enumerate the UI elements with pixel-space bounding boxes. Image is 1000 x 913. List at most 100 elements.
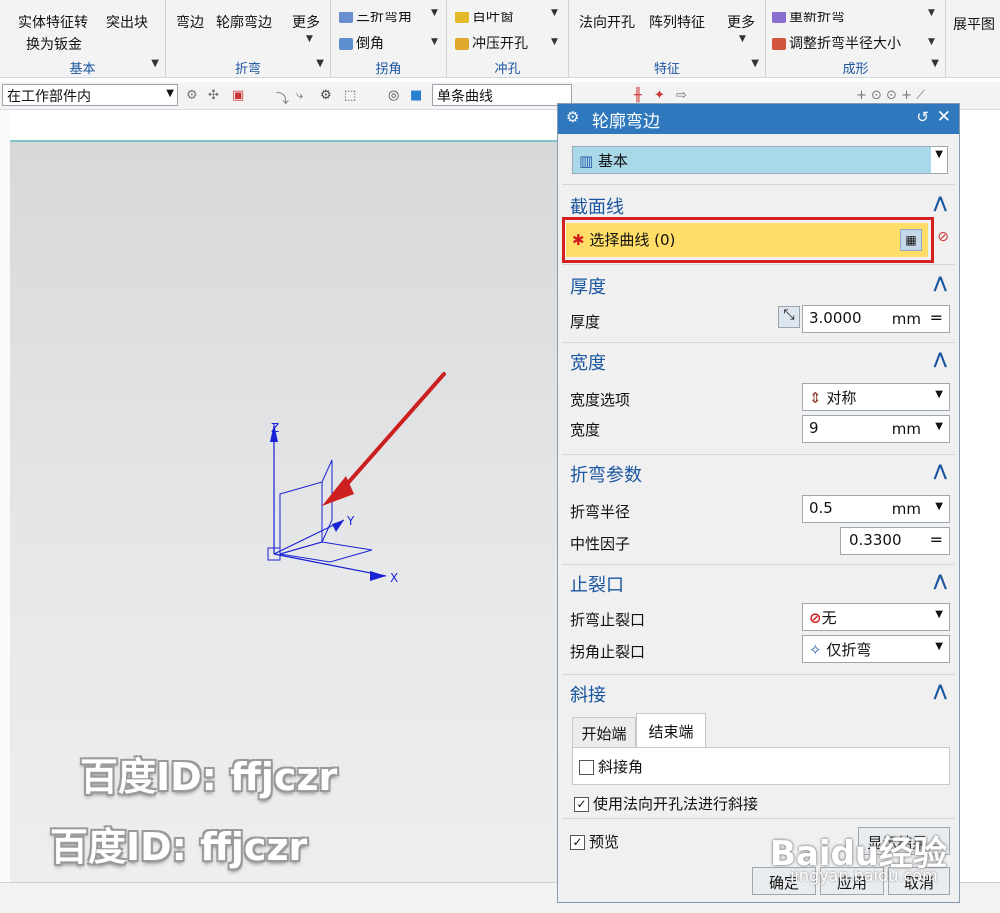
snap-icon[interactable]: ✣ <box>208 88 219 103</box>
width-option-value: 对称 <box>826 389 857 407</box>
resize-bend-radius-button[interactable]: 调整折弯半径大小 <box>772 33 901 53</box>
chevron-down-icon[interactable]: ▼ <box>928 8 935 18</box>
more-bend-button[interactable]: 更多 <box>292 12 320 32</box>
chevron-down-icon[interactable]: ▼ <box>551 37 558 47</box>
ribbon-group-feature: 法向开孔 阵列特征 更多 ▼ 特征 ▼ <box>569 0 766 78</box>
dialog-title-bar: ⚙ 轮廓弯边 ↺ ✕ <box>558 104 959 134</box>
gear-icon[interactable]: ⚙ <box>566 108 579 126</box>
chevron-down-icon[interactable]: ▼ <box>751 58 759 69</box>
selection-scope-dropdown[interactable]: 在工作部件内 ▼ <box>2 84 178 106</box>
three-bend-corner-icon <box>339 12 353 23</box>
pattern-feature-button[interactable]: 阵列特征 <box>649 12 705 32</box>
bend-relief-dropdown[interactable]: ⊘无 ▼ <box>802 603 950 631</box>
point-icon[interactable]: ✦ <box>654 88 665 103</box>
three-bend-corner-button[interactable]: 三折弯角 <box>339 12 412 26</box>
collapse-icon[interactable]: ⋀ <box>934 681 947 700</box>
convert-to-sheetmetal-label2[interactable]: 换为钣金 <box>26 34 82 54</box>
tab-start-end[interactable]: 开始端 <box>572 717 636 747</box>
convert-to-sheetmetal-button[interactable]: 实体特征转 <box>18 12 88 32</box>
thickness-title[interactable]: 厚度 <box>570 273 606 299</box>
chevron-down-icon: ▼ <box>931 147 947 173</box>
thickness-value: 3.0000 <box>809 309 862 327</box>
remove-icon[interactable]: ⤷ <box>296 88 303 103</box>
cube-icon[interactable]: ■ <box>410 88 422 103</box>
rebend-button[interactable]: 重新折弯 <box>772 12 845 26</box>
use-normal-cutout-checkbox[interactable]: ✓ 使用法向开孔法进行斜接 <box>574 793 758 814</box>
box-select-icon[interactable]: ⬚ <box>344 88 356 103</box>
bend-radius-input[interactable]: 0.5 mm ▼ <box>802 495 950 523</box>
more-feature-button[interactable]: 更多 <box>727 12 755 32</box>
ribbon-group-caption: 成形 <box>842 62 869 77</box>
ribbon-group-punch: 百叶窗 冲压开孔 ▼ ▼ 冲孔 <box>447 0 569 78</box>
width-input[interactable]: 9 mm ▼ <box>802 415 950 443</box>
width-unit: mm <box>891 420 921 438</box>
contour-flange-button[interactable]: 轮廓弯边 <box>216 12 272 32</box>
louver-button[interactable]: 百叶窗 <box>455 12 514 26</box>
measure-icon[interactable]: ⤡ <box>778 306 800 328</box>
relief-title[interactable]: 止裂口 <box>570 571 624 597</box>
circle-icon[interactable]: + ⊙ ⊙ + ⟋ <box>856 88 925 103</box>
section-line-title[interactable]: 截面线 <box>570 193 624 219</box>
chevron-down-icon[interactable]: ▼ <box>431 8 438 18</box>
snap-point-icon[interactable]: ╫ <box>634 88 642 103</box>
y-axis-arrow <box>332 520 344 532</box>
chamfer-button[interactable]: 倒角 <box>339 33 384 53</box>
type-dropdown[interactable]: ▥ 基本 ▼ <box>572 146 948 174</box>
baidu-watermark-url: jingyan.baidu.com <box>790 866 938 885</box>
chevron-down-icon[interactable]: ▼ <box>316 58 324 69</box>
preview-checkbox[interactable]: ✓ 预览 <box>570 831 619 852</box>
chevron-down-icon[interactable]: ▼ <box>306 34 313 44</box>
collapse-icon[interactable]: ⋀ <box>934 349 947 368</box>
dialog-title: 轮廓弯边 <box>592 112 660 132</box>
ribbon-group-bend: 弯边 轮廓弯边 更多 ▼ 折弯 ▼ <box>166 0 331 78</box>
collapse-icon[interactable]: ⋀ <box>934 273 947 292</box>
tab-end-end[interactable]: 结束端 <box>636 713 706 747</box>
curve-icon[interactable]: ⊘ <box>937 229 949 245</box>
chevron-down-icon[interactable]: ▼ <box>931 58 939 69</box>
chevron-down-icon[interactable]: ▼ <box>551 8 558 18</box>
tab-button[interactable]: 突出块 <box>106 12 148 32</box>
flat-pattern-button[interactable]: 展平图 <box>953 14 995 34</box>
dimple-icon <box>455 38 469 50</box>
dimple-button[interactable]: 冲压开孔 <box>455 33 528 53</box>
collapse-icon[interactable]: ⋀ <box>934 461 947 480</box>
normal-cutout-button[interactable]: 法向开孔 <box>579 12 635 32</box>
neutral-factor-input[interactable]: 0.3300 = <box>840 527 950 555</box>
arrow-icon[interactable]: ⇨ <box>676 88 687 103</box>
chevron-down-icon[interactable]: ▼ <box>151 58 159 69</box>
thickness-label: 厚度 <box>570 313 601 331</box>
chevron-down-icon[interactable]: ▼ <box>739 34 746 44</box>
checkbox-unchecked <box>579 760 594 775</box>
width-title[interactable]: 宽度 <box>570 349 606 375</box>
collapse-icon[interactable]: ⋀ <box>934 193 947 212</box>
select-icon[interactable]: ▣ <box>232 88 244 103</box>
formula-button[interactable]: = <box>930 308 943 327</box>
chevron-down-icon[interactable]: ▼ <box>928 37 935 47</box>
reset-icon[interactable]: ↺ <box>916 108 929 126</box>
thickness-unit: mm <box>891 310 921 328</box>
ribbon-group-basic: 实体特征转 换为钣金 突出块 基本 ▼ <box>0 0 166 78</box>
filter-icon[interactable]: ⚙ <box>186 88 198 103</box>
feature-select-icon[interactable]: ⚙ <box>320 88 332 103</box>
miter-corner-checkbox[interactable]: 斜接角 <box>579 756 643 777</box>
watermark-id-2: 百度ID: ffjczr <box>50 825 308 869</box>
flange-button[interactable]: 弯边 <box>176 12 204 32</box>
width-option-dropdown[interactable]: ⇕ 对称 ▼ <box>802 383 950 411</box>
add-icon[interactable]: ⤵ <box>276 88 289 107</box>
miter-group: 斜接 ⋀ 开始端 结束端 斜接角 ✓ 使用法向开孔法进行斜接 <box>562 674 955 818</box>
bend-only-icon: ✧ <box>809 641 822 659</box>
corner-relief-dropdown[interactable]: ✧ 仅折弯 ▼ <box>802 635 950 663</box>
thickness-input[interactable]: 3.0000 mm = <box>802 305 950 333</box>
bend-parameters-title[interactable]: 折弯参数 <box>570 461 642 487</box>
close-icon[interactable]: ✕ <box>937 107 951 127</box>
type-value: 基本 <box>597 152 628 170</box>
thickness-group: 厚度 ⋀ 厚度 ⤡ 3.0000 mm = <box>562 264 955 342</box>
formula-button[interactable]: = <box>930 530 943 549</box>
solid-icon[interactable]: ◎ <box>388 88 399 103</box>
width-group: 宽度 ⋀ 宽度选项 ⇕ 对称 ▼ 宽度 9 mm ▼ <box>562 342 955 454</box>
chevron-down-icon[interactable]: ▼ <box>431 37 438 47</box>
none-icon: ⊘ <box>809 609 822 627</box>
curve-rule-dropdown[interactable]: 单条曲线 <box>432 84 572 106</box>
miter-title[interactable]: 斜接 <box>570 681 606 707</box>
collapse-icon[interactable]: ⋀ <box>934 571 947 590</box>
